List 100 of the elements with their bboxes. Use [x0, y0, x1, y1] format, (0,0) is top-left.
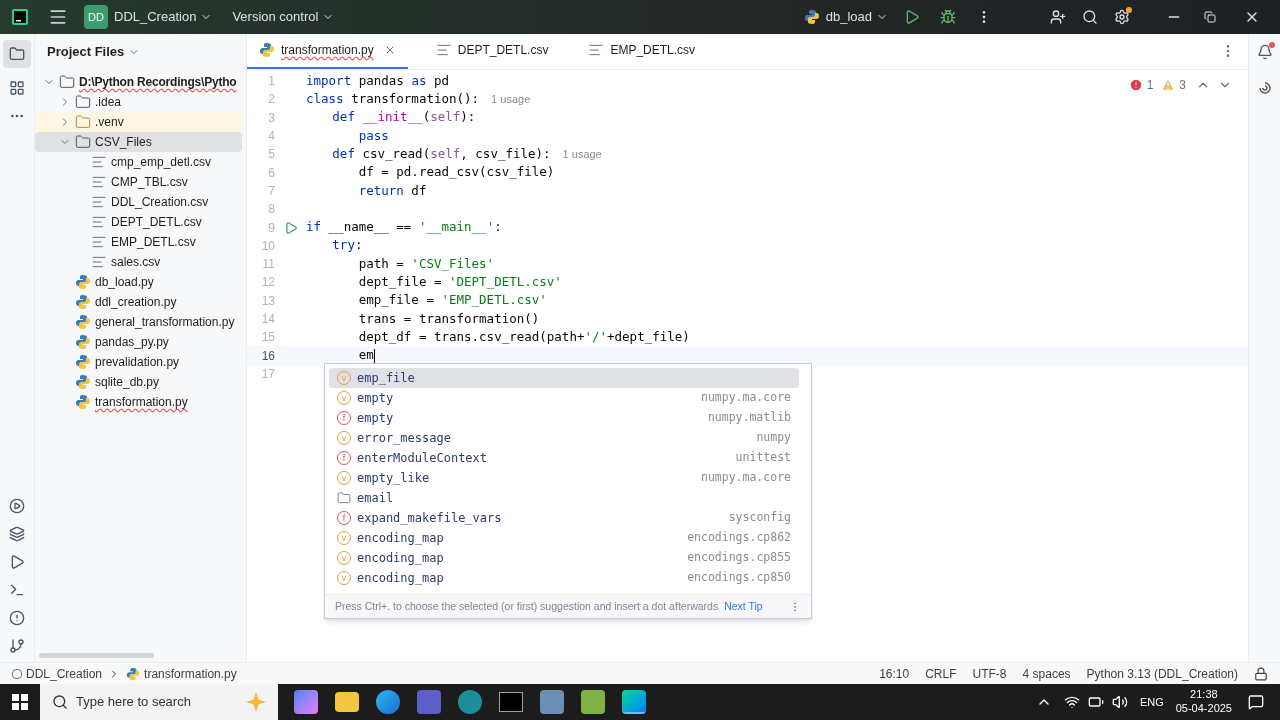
lock-icon[interactable] [1254, 666, 1268, 681]
next-tip-link[interactable]: Next Tip [724, 598, 763, 615]
tree-item[interactable]: db_load.py [35, 272, 242, 292]
editor-tab[interactable]: transformation.py [247, 33, 408, 69]
breadcrumb-item[interactable]: transformation.py [144, 664, 237, 683]
file-explorer-icon[interactable] [335, 692, 359, 712]
editor-tab[interactable]: DEPT_DETL.csv [423, 33, 561, 69]
completion-item[interactable]: v encoding_map encodings.cp850 [329, 568, 799, 588]
code-line: class transformation(): 1 usage [306, 90, 531, 109]
tree-item[interactable]: DEPT_DETL.csv [35, 212, 242, 232]
editor-tab[interactable]: EMP_DETL.csv [576, 33, 708, 69]
file-name: DDL_Creation.csv [111, 194, 209, 211]
folder-icon[interactable] [3, 40, 31, 68]
line-number: 15 [260, 329, 275, 347]
file-name: cmp_emp_detl.csv [111, 154, 212, 171]
settings-icon[interactable] [1114, 9, 1130, 25]
python-icon [75, 374, 91, 390]
file-name: D:\Python Recordings\Pytho [79, 74, 237, 91]
line-number: 11 [261, 256, 275, 274]
tree-item[interactable]: ddl_creation.py [35, 292, 242, 312]
line-endings[interactable]: CRLF [925, 664, 957, 683]
text-file-icon [91, 214, 107, 230]
project-files-selector[interactable]: Project Files [47, 42, 141, 62]
run-icon[interactable] [904, 9, 920, 25]
tree-item[interactable]: general_transformation.py [35, 312, 242, 332]
line-number: 7 [267, 182, 275, 200]
completion-item[interactable]: f enterModuleContext unittest [329, 448, 799, 468]
completion-item[interactable]: v encoding_map encodings.cp855 [329, 548, 799, 568]
ide-icon[interactable] [622, 690, 646, 714]
module-icon [337, 491, 351, 505]
tree-item[interactable]: pandas_py.py [35, 332, 242, 352]
caret-position[interactable]: 16:10 [879, 664, 910, 683]
problems-icon[interactable] [9, 610, 25, 626]
notifications-icon[interactable] [1256, 44, 1273, 60]
tree-item[interactable]: cmp_emp_detl.csv [35, 152, 242, 172]
tree-item[interactable]: sqlite_db.py [35, 372, 242, 392]
terminal-icon[interactable] [9, 582, 25, 598]
file-name: .idea [95, 94, 122, 111]
run-config-selector[interactable]: db_load [825, 7, 888, 27]
code-line: path = 'CSV_Files' [358, 254, 495, 273]
line-number: 13 [260, 292, 275, 310]
completion-item[interactable]: v emp_file [329, 368, 799, 388]
completion-item[interactable]: v empty_like numpy.ma.core [329, 468, 799, 488]
scrollbar[interactable] [39, 653, 154, 658]
restore-icon[interactable] [1204, 11, 1216, 23]
taskbar-search-field[interactable]: Type here to search [40, 684, 278, 720]
tree-item[interactable]: sales.csv [35, 252, 242, 272]
run-icon[interactable] [9, 554, 25, 570]
windows-logo-icon[interactable] [12, 694, 28, 710]
structure-icon[interactable] [9, 80, 25, 96]
python-icon [75, 294, 91, 310]
spiral-icon[interactable] [1256, 80, 1273, 96]
volume-icon[interactable] [1111, 694, 1128, 710]
bug-icon[interactable] [940, 9, 956, 25]
tree-item[interactable]: EMP_DETL.csv [35, 232, 242, 252]
tree-item[interactable]: DDL_Creation.csv [35, 192, 242, 212]
file-name: EMP_DETL.csv [111, 234, 196, 251]
interpreter[interactable]: Python 3.13 (DDL_Creation) [1086, 664, 1238, 683]
notification-icon[interactable] [1248, 694, 1264, 710]
breadcrumb-item[interactable]: DDL_Creation [26, 664, 103, 683]
tree-item[interactable]: transformation.py [35, 392, 242, 412]
tree-item[interactable]: D:\Python Recordings\Pytho [35, 72, 242, 92]
app-icon[interactable] [294, 690, 318, 714]
error-icon[interactable] [1128, 78, 1143, 92]
tree-item[interactable]: CSV_Files [35, 132, 242, 152]
run-icon[interactable] [283, 220, 298, 235]
tree-item[interactable]: .venv [35, 112, 242, 132]
completion-item[interactable]: email [329, 488, 799, 508]
wifi-icon[interactable] [1063, 694, 1080, 710]
completion-item[interactable]: v error_message numpy [329, 428, 799, 448]
menu-icon[interactable] [48, 7, 68, 27]
search-icon[interactable] [1082, 9, 1098, 25]
completion-item[interactable]: f empty numpy.matlib [329, 408, 799, 428]
tree-item[interactable]: CMP_TBL.csv [35, 172, 242, 192]
tip-text: Press Ctrl+. to choose the selected (or first) suggestion and insert a dot afterwards [335, 598, 719, 614]
project-selector[interactable]: DDL_Creation [114, 7, 213, 27]
app-logo-icon[interactable] [12, 9, 28, 25]
line-number: 1 [267, 73, 275, 91]
add-user-icon[interactable] [1050, 9, 1066, 25]
completion-item[interactable]: f expand_makefile_vars sysconfig [329, 508, 799, 528]
warning-count: 3 [1179, 77, 1186, 94]
line-number: 4 [267, 128, 275, 146]
battery-icon[interactable] [1087, 694, 1104, 710]
language-indicator[interactable]: ENG [1139, 693, 1164, 711]
layers-icon[interactable] [9, 526, 25, 542]
code-line: em [358, 346, 376, 365]
vcs-selector[interactable]: Version control [232, 7, 335, 27]
app-icon[interactable] [458, 690, 482, 714]
browser-icon[interactable] [376, 690, 400, 714]
completion-item[interactable]: v empty numpy.ma.core [329, 388, 799, 408]
search-icon [52, 694, 68, 710]
completion-item[interactable]: v encoding_map encodings.cp862 [329, 528, 799, 548]
code-line: def csv_read(self, csv_file): 1 usage [332, 144, 602, 163]
git-icon[interactable] [9, 638, 25, 654]
terminal-icon[interactable] [499, 692, 523, 712]
file-encoding[interactable]: UTF-8 [972, 664, 1007, 683]
tree-item[interactable]: prevalidation.py [35, 352, 242, 372]
tree-item[interactable]: .idea [35, 92, 242, 112]
indent-setting[interactable]: 4 spaces [1022, 664, 1071, 683]
line-number: 10 [260, 237, 275, 255]
